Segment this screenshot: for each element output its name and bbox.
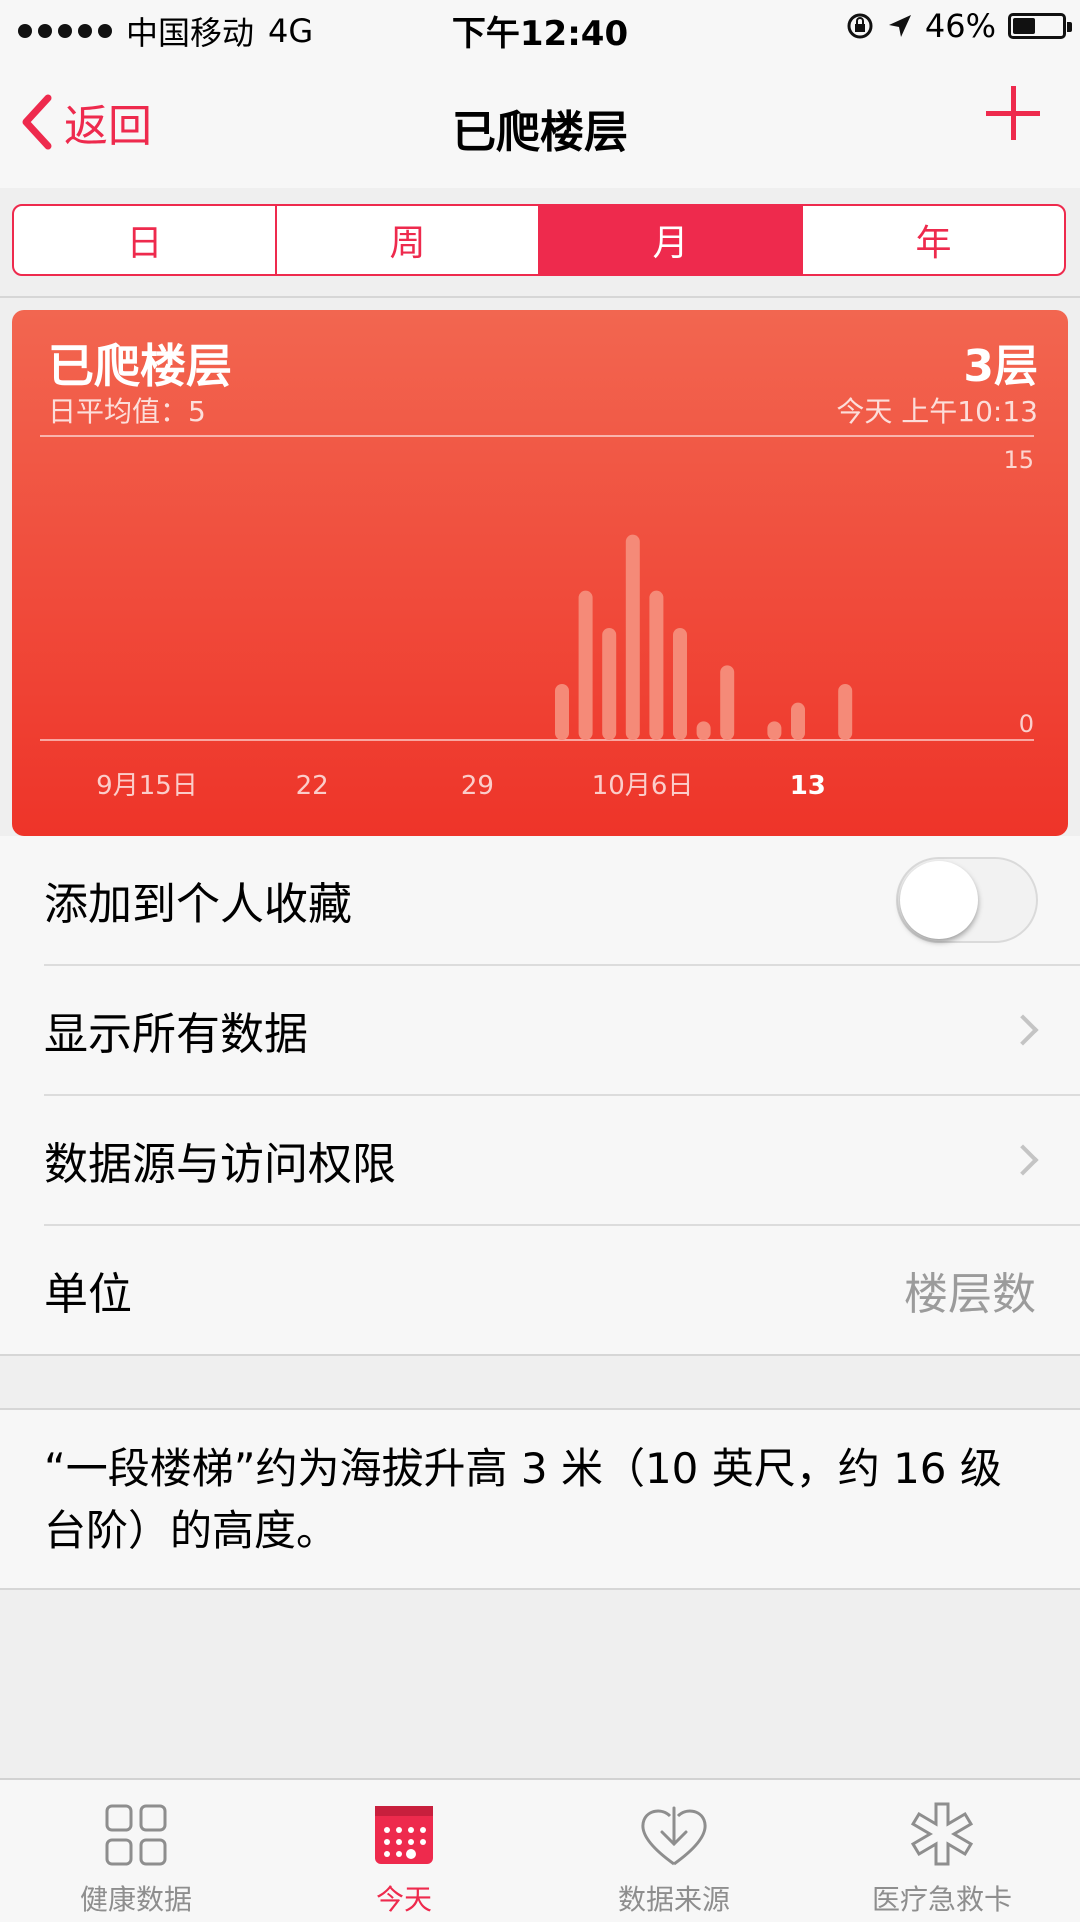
sources-access-row[interactable]: 数据源与访问权限 bbox=[44, 1096, 1080, 1226]
segment-month[interactable]: 月 bbox=[540, 206, 803, 274]
unit-label: 单位 bbox=[44, 1269, 132, 1320]
segment-year[interactable]: 年 bbox=[803, 206, 1064, 274]
tab-today[interactable]: 今天 bbox=[294, 1800, 514, 1918]
download-heart-icon bbox=[641, 1806, 707, 1866]
info-note-text: “一段楼梯”约为海拔升高 3 米（10 英尺，约 16 级台阶）的高度。 bbox=[44, 1444, 1002, 1555]
x-tick-label: 29 bbox=[461, 771, 494, 801]
status-right: 46% bbox=[845, 7, 1072, 45]
chart-bar bbox=[555, 684, 569, 740]
unit-row[interactable]: 单位 楼层数 bbox=[44, 1226, 1080, 1354]
segment-week[interactable]: 周 bbox=[277, 206, 540, 274]
chevron-right-icon bbox=[1007, 1014, 1039, 1046]
settings-list: 添加到个人收藏 显示所有数据 数据源与访问权限 单位 楼层数 bbox=[0, 836, 1080, 1356]
chart-bar bbox=[720, 665, 735, 740]
chart-bar bbox=[791, 702, 805, 740]
x-tick-label: 13 bbox=[790, 771, 826, 801]
tab-today-label: 今天 bbox=[375, 1883, 432, 1916]
rotation-lock-icon bbox=[847, 13, 873, 39]
x-tick-label: 10月6日 bbox=[592, 771, 694, 801]
floors-chart-card[interactable]: 已爬楼层 日平均值：5 3层 今天 上午10:13 15 0 9月15日 22 29 1… bbox=[12, 310, 1068, 836]
chart-bar bbox=[767, 721, 782, 740]
x-tick-label: 9月15日 bbox=[96, 771, 198, 801]
tab-data-sources-label: 数据来源 bbox=[617, 1883, 730, 1916]
navigation-bar: 返回 已爬楼层 bbox=[0, 58, 1080, 188]
battery-icon bbox=[1008, 13, 1072, 39]
tab-data-sources[interactable]: 数据来源 bbox=[564, 1800, 784, 1918]
chart-bar bbox=[673, 628, 687, 740]
chart-bar bbox=[602, 628, 617, 740]
add-to-favorites-label: 添加到个人收藏 bbox=[44, 879, 352, 930]
chart-bar bbox=[649, 590, 664, 740]
battery-percent: 46% bbox=[924, 7, 996, 45]
y-tick-label: 0 bbox=[1019, 710, 1034, 738]
sources-access-label: 数据源与访问权限 bbox=[44, 1139, 396, 1190]
y-tick-label: 15 bbox=[1003, 446, 1034, 474]
page-title: 已爬楼层 bbox=[452, 107, 628, 158]
favorites-toggle[interactable] bbox=[896, 857, 1038, 943]
tab-health-data[interactable]: 健康数据 bbox=[26, 1800, 246, 1918]
chevron-right-icon bbox=[1007, 1144, 1039, 1176]
tab-health-data-label: 健康数据 bbox=[79, 1883, 192, 1916]
medical-star-icon bbox=[910, 1802, 974, 1866]
calendar-icon bbox=[375, 1806, 433, 1864]
chart-bar bbox=[625, 534, 640, 740]
show-all-data-label: 显示所有数据 bbox=[44, 1009, 308, 1060]
location-arrow-icon bbox=[888, 15, 911, 37]
status-bar: 中国移动 4G 下午12:40 46% bbox=[0, 0, 1080, 58]
segment-day[interactable]: 日 bbox=[14, 206, 277, 274]
show-all-data-row[interactable]: 显示所有数据 bbox=[44, 966, 1080, 1096]
floors-bar-chart: 15 0 9月15日 22 29 10月6日 13 bbox=[40, 435, 1034, 801]
chart-bar bbox=[696, 721, 711, 740]
tab-medical-id-label: 医疗急救卡 bbox=[871, 1883, 1012, 1916]
chart-bar bbox=[578, 590, 593, 740]
add-data-button[interactable] bbox=[986, 86, 1040, 140]
add-to-favorites-row: 添加到个人收藏 bbox=[44, 836, 1080, 966]
divider bbox=[0, 296, 1080, 298]
time-range-segmented-control: 日 周 月 年 bbox=[12, 204, 1066, 276]
grid-icon bbox=[105, 1804, 167, 1866]
x-tick-label: 22 bbox=[296, 771, 329, 801]
chart-bar bbox=[838, 684, 853, 740]
unit-value: 楼层数 bbox=[904, 1269, 1036, 1320]
info-note: “一段楼梯”约为海拔升高 3 米（10 英尺，约 16 级台阶）的高度。 bbox=[0, 1408, 1080, 1590]
tab-bar: 健康数据 今天 数据来源 医疗急救卡 bbox=[0, 1778, 1080, 1922]
tab-medical-id[interactable]: 医疗急救卡 bbox=[832, 1800, 1052, 1918]
